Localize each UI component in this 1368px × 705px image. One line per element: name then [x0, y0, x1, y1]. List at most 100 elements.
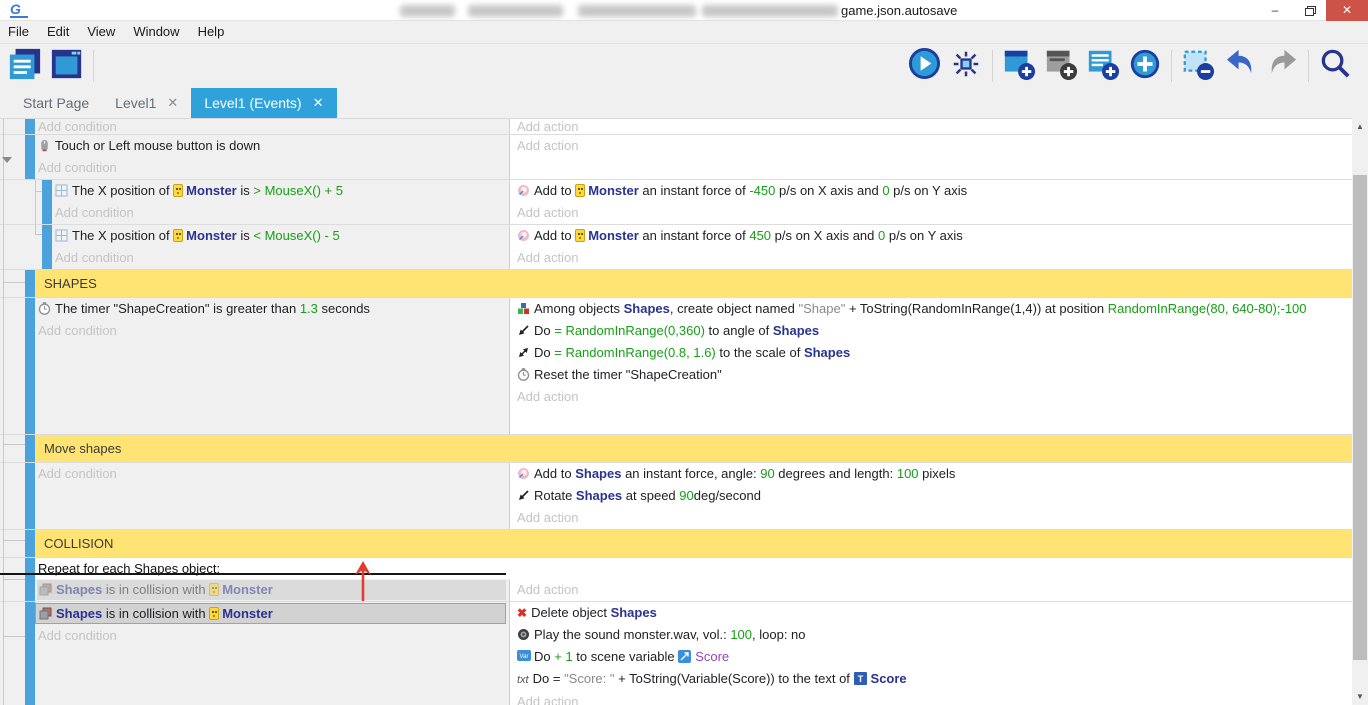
action-line[interactable]: Add to Monster an instant force of 450 p… [514, 225, 1352, 247]
action-line[interactable]: txtDo = "Score: " + ToString(Variable(Sc… [514, 668, 1352, 691]
condition-line[interactable]: Shapes is in collision with Monster [35, 603, 506, 624]
repeat-event-row[interactable]: Repeat for each Shapes object: [0, 558, 1352, 579]
event-selection-bar[interactable] [25, 435, 35, 462]
condition-line[interactable]: Touch or Left mouse button is down [35, 135, 509, 157]
action-line[interactable]: Among objects Shapes, create object name… [514, 298, 1352, 320]
text-segment: + 1 [554, 649, 572, 664]
monster-object-icon [173, 184, 183, 197]
menu-item-view[interactable]: View [78, 21, 124, 43]
close-button[interactable]: ✕ [1326, 0, 1368, 21]
toolbar-add-subevent-button[interactable] [1042, 48, 1080, 84]
add-condition-link[interactable]: Add condition [35, 463, 509, 485]
menu-item-file[interactable]: File [0, 21, 38, 43]
angle-icon [517, 324, 530, 337]
add-action-link[interactable]: Add action [514, 507, 1352, 529]
text-segment: The X position of [72, 183, 173, 198]
add-action-link[interactable]: Add action [514, 691, 1352, 705]
toolbar-add-comment-button[interactable] [1084, 48, 1122, 84]
add-condition-link[interactable]: Add condition [52, 202, 509, 224]
minimize-button[interactable]: – [1258, 0, 1292, 21]
add-action-link[interactable]: Add action [514, 247, 1352, 269]
tab-start-page[interactable]: Start Page [10, 88, 102, 118]
menu-bar: FileEditViewWindowHelp [0, 21, 1368, 44]
event-selection-bar[interactable] [25, 298, 35, 434]
action-line[interactable]: Do = RandomInRange(0.8, 1.6) to the scal… [514, 342, 1352, 364]
event-selection-bar[interactable] [25, 579, 35, 601]
restore-button[interactable] [1292, 0, 1326, 21]
add-action-link[interactable]: Add action [514, 202, 1352, 224]
event-row[interactable]: Shapes is in collision with MonsterAdd c… [0, 602, 1352, 705]
toolbar-search-button[interactable] [1316, 48, 1354, 84]
scroll-down-arrow-icon[interactable]: ▼ [1352, 690, 1368, 704]
vertical-scrollbar[interactable]: ▲ ▼ [1352, 118, 1368, 705]
event-selection-bar[interactable] [25, 558, 35, 579]
action-line[interactable]: Reset the timer "ShapeCreation" [514, 364, 1352, 386]
event-selection-bar[interactable] [42, 180, 52, 224]
event-row[interactable]: Add conditionShapes is in collision with… [0, 579, 1352, 602]
title-bar: G game.json.autosave – ✕ [0, 0, 1368, 21]
scroll-up-arrow-icon[interactable]: ▲ [1352, 120, 1368, 134]
add-action-link[interactable]: Add action [514, 386, 1352, 408]
toolbar-add-other-button[interactable] [1126, 48, 1164, 84]
add-condition-link[interactable]: Add condition [35, 625, 509, 647]
text-segment: at speed [622, 488, 679, 503]
toolbar-scene-editor-button[interactable] [48, 48, 86, 84]
text-segment: 90 [760, 466, 774, 481]
event-row[interactable]: Add condition Add action [0, 119, 1352, 135]
action-line[interactable]: Do = RandomInRange(0,360) to angle of Sh… [514, 320, 1352, 342]
event-row[interactable]: Add conditionAdd to Shapes an instant fo… [0, 463, 1352, 530]
event-selection-bar[interactable] [25, 270, 35, 297]
menu-item-edit[interactable]: Edit [38, 21, 78, 43]
toolbar-debug-button[interactable] [947, 48, 985, 84]
toolbar-undo-button[interactable] [1221, 48, 1259, 84]
action-line[interactable]: Add to Monster an instant force of -450 … [514, 180, 1352, 202]
condition-line[interactable]: The timer "ShapeCreation" is greater tha… [35, 298, 509, 320]
event-selection-bar[interactable] [25, 135, 35, 179]
text-segment: RandomInRange(80, 640-80);-100 [1108, 301, 1307, 316]
toolbar-events-sheet-button[interactable] [6, 48, 44, 84]
event-row[interactable]: The X position of Monster is > MouseX() … [0, 180, 1352, 225]
toolbar-remove-selection-button[interactable] [1179, 48, 1217, 84]
add-condition-link[interactable]: Add condition [52, 247, 509, 269]
event-row[interactable]: Touch or Left mouse button is downAdd co… [0, 135, 1352, 180]
event-row[interactable]: The timer "ShapeCreation" is greater tha… [0, 298, 1352, 435]
add-condition-link[interactable]: Add condition [35, 157, 509, 179]
group-header-row[interactable]: Move shapes [0, 435, 1352, 463]
add-action-link[interactable]: Add action [514, 579, 1352, 601]
tab-close-icon[interactable]: ✕ [313, 95, 324, 111]
event-selection-bar[interactable] [25, 602, 35, 705]
event-selection-bar[interactable] [42, 225, 52, 269]
tab-label: Level1 [115, 95, 156, 111]
add-action-link[interactable]: Add action [514, 119, 1352, 134]
event-selection-bar[interactable] [25, 530, 35, 557]
action-line[interactable]: Play the sound monster.wav, vol.: 100, l… [514, 624, 1352, 646]
action-line[interactable]: Rotate Shapes at speed 90deg/second [514, 485, 1352, 507]
menu-item-window[interactable]: Window [124, 21, 188, 43]
text-segment: 100 [897, 466, 919, 481]
event-selection-bar[interactable] [25, 463, 35, 529]
add-condition-link[interactable]: Add condition [35, 119, 509, 134]
action-line[interactable]: VarDo + 1 to scene variable Score [514, 646, 1352, 668]
timer-icon [38, 302, 51, 315]
text-object-icon: T [854, 672, 867, 685]
text-segment: , loop: no [752, 627, 806, 642]
event-row[interactable]: The X position of Monster is < MouseX() … [0, 225, 1352, 270]
tab-close-icon[interactable]: ✕ [167, 95, 178, 111]
event-selection-bar[interactable] [25, 119, 35, 134]
condition-line[interactable]: The X position of Monster is < MouseX() … [52, 225, 509, 247]
collapse-arrow-icon[interactable] [2, 157, 12, 163]
toolbar-add-event-button[interactable] [1000, 48, 1038, 84]
toolbar-play-button[interactable] [905, 48, 943, 84]
scrollbar-thumb[interactable] [1353, 175, 1367, 660]
add-condition-link[interactable]: Add condition [35, 320, 509, 342]
toolbar-redo-button[interactable] [1263, 48, 1301, 84]
group-header-row[interactable]: COLLISION [0, 530, 1352, 558]
tab-level1[interactable]: Level1 ✕ [102, 88, 191, 118]
add-action-link[interactable]: Add action [514, 135, 1352, 157]
action-line[interactable]: Add to Shapes an instant force, angle: 9… [514, 463, 1352, 485]
action-line[interactable]: ✖Delete object Shapes [514, 602, 1352, 624]
tab-level1-events[interactable]: Level1 (Events)✕ [191, 88, 336, 118]
condition-line[interactable]: The X position of Monster is > MouseX() … [52, 180, 509, 202]
menu-item-help[interactable]: Help [189, 21, 234, 43]
group-header-row[interactable]: SHAPES [0, 270, 1352, 298]
